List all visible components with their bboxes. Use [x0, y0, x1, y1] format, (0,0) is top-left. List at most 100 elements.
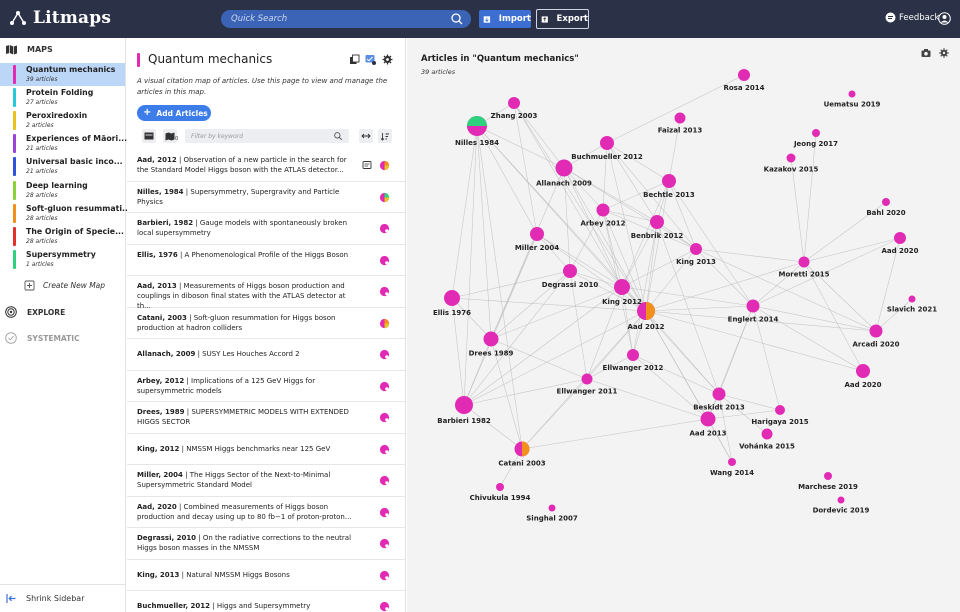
sidebar-map-item[interactable]: Supersymmetry 1 articles — [0, 248, 125, 271]
search-icon[interactable] — [449, 11, 465, 27]
article-node[interactable]: Chivukula 1994 — [470, 483, 531, 502]
article-row[interactable]: Ellis, 1976 | A Phenomenological Profile… — [127, 245, 405, 276]
article-node[interactable]: Dordevic 2019 — [813, 496, 870, 515]
add-articles-button[interactable]: + Add Articles — [137, 105, 211, 121]
article-node[interactable]: Singhal 2007 — [526, 504, 578, 523]
article-node[interactable]: Barbieri 1982 — [437, 396, 491, 425]
article-node[interactable]: Drees 1989 — [469, 331, 514, 358]
article-row[interactable]: Aad, 2020 | Combined measurements of Hig… — [127, 497, 405, 528]
article-node[interactable]: Ellis 1976 — [433, 290, 471, 317]
node-circle[interactable] — [662, 174, 676, 188]
node-circle[interactable] — [869, 324, 883, 338]
node-circle[interactable] — [738, 69, 750, 81]
node-circle[interactable] — [496, 483, 504, 491]
node-circle[interactable] — [848, 90, 856, 98]
article-node[interactable]: Degrassi 2010 — [542, 264, 599, 289]
article-node[interactable]: Faizal 2013 — [658, 112, 703, 135]
node-circle[interactable] — [563, 264, 577, 278]
article-node[interactable]: Bechtle 2013 — [643, 174, 695, 199]
sidebar-map-item[interactable]: Protein Folding 27 articles — [0, 86, 125, 109]
node-circle[interactable] — [761, 428, 773, 440]
article-node[interactable]: King 2013 — [676, 243, 716, 266]
import-button[interactable]: Import — [479, 10, 531, 28]
article-node[interactable]: Arcadi 2020 — [852, 324, 900, 349]
article-node[interactable]: Ellwanger 2011 — [557, 373, 618, 396]
systematic-section[interactable]: SYSTEMATIC — [5, 332, 80, 344]
shrink-sidebar-button[interactable]: Shrink Sidebar — [6, 593, 84, 604]
citation-network[interactable]: Rosa 2014 Uematsu 2019 Zhang 2003 Faizal 20… — [407, 38, 960, 612]
create-map-button[interactable]: Create New Map — [24, 280, 105, 291]
node-circle[interactable] — [596, 203, 610, 217]
settings-gear-icon[interactable] — [382, 54, 393, 65]
node-circle[interactable] — [674, 112, 686, 124]
article-node[interactable]: Ellwanger 2012 — [603, 349, 664, 372]
article-node[interactable]: Harigaya 2015 — [751, 405, 809, 426]
node-circle[interactable] — [455, 396, 473, 414]
node-circle[interactable] — [728, 458, 736, 466]
article-node[interactable]: Vohánka 2015 — [739, 428, 795, 451]
graph-settings-icon[interactable] — [939, 48, 949, 58]
node-circle[interactable] — [882, 198, 890, 206]
sidebar-map-item[interactable]: Universal basic inco... 21 articles — [0, 155, 125, 178]
sidebar-map-item[interactable]: Peroxiredoxin 2 articles — [0, 109, 125, 132]
user-account-icon[interactable] — [938, 12, 951, 25]
camera-icon[interactable] — [921, 48, 931, 58]
node-circle[interactable] — [812, 129, 820, 137]
node-circle[interactable] — [786, 153, 796, 163]
article-row[interactable]: King, 2012 | NMSSM Higgs benchmarks near… — [127, 434, 405, 465]
article-node[interactable]: Benbrik 2012 — [631, 215, 684, 240]
article-row[interactable]: Degrassi, 2010 | On the radiative correc… — [127, 528, 405, 560]
article-row[interactable]: King, 2013 | Natural NMSSM Higgs Bosons — [127, 560, 405, 591]
article-row[interactable]: Arbey, 2012 | Implications of a 125 GeV … — [127, 371, 405, 402]
article-row[interactable]: Buchmueller, 2012 | Higgs and Supersymme… — [127, 591, 405, 612]
article-node[interactable]: Marchese 2019 — [798, 472, 858, 491]
sidebar-map-item[interactable]: Experiences of Māori... 21 articles — [0, 132, 127, 155]
node-circle[interactable] — [483, 331, 499, 347]
article-node[interactable]: Wang 2014 — [710, 458, 754, 477]
node-circle[interactable] — [824, 472, 832, 480]
logo[interactable]: Litmaps — [8, 8, 111, 28]
article-node[interactable]: Nilles 1984 — [455, 116, 499, 147]
article-node[interactable]: Kazakov 2015 — [764, 153, 819, 174]
keyword-filter-input[interactable] — [185, 132, 333, 140]
document-icon[interactable] — [362, 160, 372, 170]
map-filter-button[interactable]: 0 — [163, 129, 178, 143]
article-node[interactable]: Englert 2014 — [728, 299, 779, 324]
share-map-icon[interactable] — [365, 54, 376, 65]
node-circle[interactable] — [700, 411, 716, 427]
sidebar-map-item[interactable]: Soft-gluon resummati... 28 articles — [0, 202, 131, 225]
node-circle[interactable] — [775, 405, 785, 415]
explore-section[interactable]: EXPLORE — [5, 306, 65, 318]
node-circle[interactable] — [837, 496, 845, 504]
node-circle[interactable] — [614, 279, 630, 295]
node-circle[interactable] — [548, 504, 556, 512]
node-circle[interactable] — [856, 364, 870, 378]
article-node[interactable]: Rosa 2014 — [723, 69, 765, 92]
sidebar-map-item[interactable]: Quantum mechanics 39 articles — [0, 63, 125, 86]
article-node[interactable]: Aad 2020 — [881, 232, 919, 255]
article-node[interactable]: Miller 2004 — [515, 227, 559, 252]
article-node[interactable]: Aad 2012 — [627, 302, 665, 331]
search-input[interactable] — [221, 14, 449, 24]
feedback-button[interactable]: Feedback — [885, 12, 939, 23]
node-circle[interactable] — [746, 299, 760, 313]
article-node[interactable]: Uematsu 2019 — [824, 90, 881, 109]
node-circle[interactable] — [600, 136, 614, 150]
node-circle[interactable] — [627, 349, 639, 361]
node-circle[interactable] — [712, 387, 726, 401]
expand-button[interactable] — [359, 129, 373, 143]
article-row[interactable]: Drees, 1989 | SUPERSYMMETRIC MODELS WITH… — [127, 402, 405, 434]
article-row[interactable]: Barbieri, 1982 | Gauge models with spont… — [127, 213, 405, 245]
article-node[interactable]: Bahl 2020 — [866, 198, 906, 217]
node-circle[interactable] — [798, 256, 810, 268]
sidebar-map-item[interactable]: The Origin of Specie... 28 articles — [0, 225, 125, 248]
node-circle[interactable] — [581, 373, 593, 385]
article-node[interactable]: Aad 2013 — [689, 411, 727, 438]
article-node[interactable]: Zhang 2003 — [491, 97, 538, 120]
article-node[interactable]: Allanach 2009 — [536, 159, 592, 188]
article-row[interactable]: Nilles, 1984 | Supersymmetry, Supergravi… — [127, 182, 405, 213]
article-node[interactable]: Aad 2020 — [844, 364, 882, 389]
article-node[interactable]: Buchmueller 2012 — [571, 136, 643, 161]
article-node[interactable]: Slavich 2021 — [887, 295, 937, 314]
sort-button[interactable] — [378, 129, 392, 143]
